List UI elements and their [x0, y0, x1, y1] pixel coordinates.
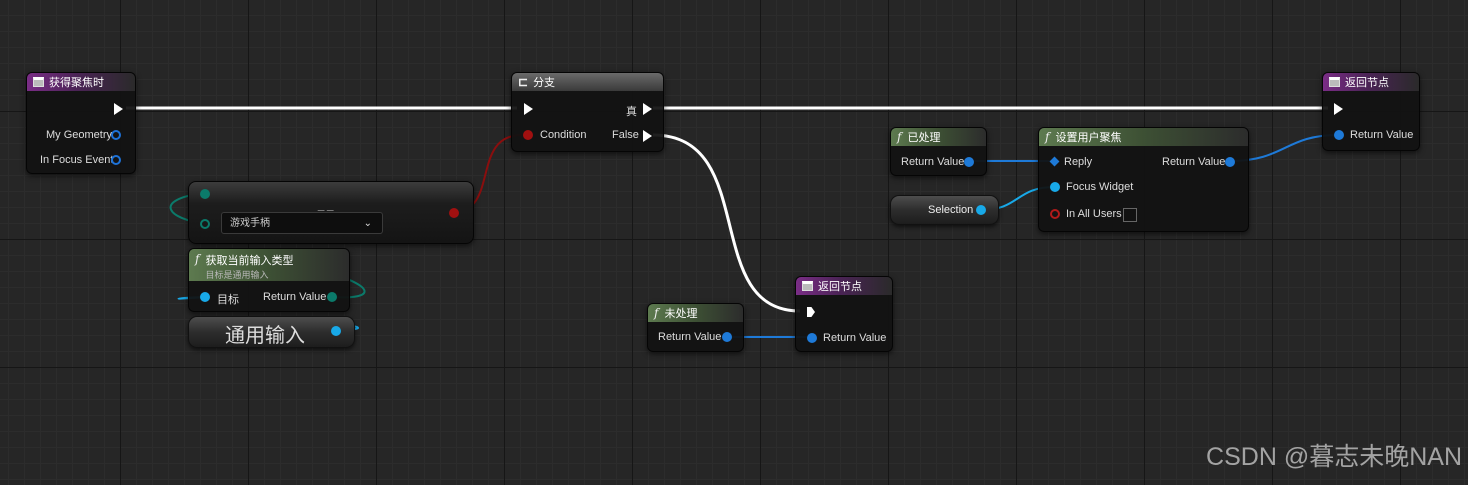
- get-input-type-node[interactable]: f 获取当前输入类型 目标是通用输入 目标 Return Value: [188, 248, 350, 312]
- equal-enum-node[interactable]: == 游戏手柄 ⌄: [188, 181, 474, 244]
- pin-label-in-all-users: In All Users: [1066, 208, 1122, 220]
- unhandled-node[interactable]: f 未处理 Return Value: [647, 303, 744, 352]
- node-header: f 获取当前输入类型 目标是通用输入: [189, 249, 349, 281]
- pin-label-focus-widget: Focus Widget: [1066, 181, 1134, 193]
- in-all-users-pin[interactable]: [1050, 209, 1060, 219]
- return-value-pin[interactable]: [807, 333, 817, 343]
- return-icon: [1329, 77, 1340, 87]
- exec-out-pin[interactable]: [114, 103, 123, 115]
- reply-pin[interactable]: [1049, 156, 1060, 167]
- node-title: 已处理: [907, 132, 941, 144]
- exec-in-pin[interactable]: [1334, 103, 1343, 115]
- pin-label-target: 目标: [217, 294, 239, 306]
- node-title: 未处理: [664, 308, 698, 320]
- variable-label: Selection: [928, 204, 974, 216]
- gamepad-dropdown[interactable]: 游戏手柄 ⌄: [221, 212, 383, 234]
- enum-a-pin[interactable]: [200, 189, 210, 199]
- function-icon: f: [897, 130, 902, 144]
- dropdown-value: 游戏手柄: [230, 218, 270, 229]
- exec-in-pin[interactable]: [807, 307, 815, 317]
- node-header: ⊏ 分支: [512, 73, 663, 91]
- return-icon: [802, 281, 813, 291]
- return-struct-pin[interactable]: [1225, 157, 1235, 167]
- function-icon: f: [1045, 130, 1050, 144]
- selection-variable[interactable]: Selection: [890, 195, 999, 225]
- variable-out-pin[interactable]: [976, 205, 986, 215]
- return-struct-pin[interactable]: [722, 332, 732, 342]
- node-header: f 未处理: [648, 304, 743, 322]
- node-header: 返回节点: [796, 277, 892, 295]
- node-header: f 已处理: [891, 128, 986, 146]
- node-header: 获得聚焦时: [27, 73, 135, 91]
- pin-label-false: False: [612, 129, 639, 141]
- return-node-false[interactable]: 返回节点 Return Value: [795, 276, 893, 352]
- pin-label-return: Return Value: [901, 156, 965, 168]
- common-input-variable[interactable]: 通用输入: [188, 316, 355, 348]
- branch-icon: ⊏: [518, 75, 529, 89]
- pin-label-geometry: My Geometry: [46, 129, 113, 141]
- pin-label-reply: Reply: [1064, 156, 1093, 168]
- false-exec-out-pin[interactable]: [643, 130, 652, 142]
- watermark: CSDN @暮志未晚NAN: [1206, 443, 1462, 471]
- node-title: 设置用户聚焦: [1055, 132, 1122, 144]
- node-title: 获得聚焦时: [49, 77, 104, 89]
- condition-pin[interactable]: [523, 130, 533, 140]
- handled-node[interactable]: f 已处理 Return Value: [890, 127, 987, 176]
- function-icon: f: [654, 306, 659, 320]
- return-enum-pin[interactable]: [327, 292, 337, 302]
- return-node-true[interactable]: 返回节点 Return Value: [1322, 72, 1420, 151]
- branch-node[interactable]: ⊏ 分支 真 Condition False: [511, 72, 664, 152]
- on-focus-received-node[interactable]: 获得聚焦时 My Geometry In Focus Event: [26, 72, 136, 174]
- pin-label-return: Return Value: [263, 291, 327, 303]
- node-header: f 设置用户聚焦: [1039, 128, 1248, 146]
- geometry-pin[interactable]: [111, 130, 121, 140]
- in-all-users-checkbox[interactable]: [1123, 208, 1137, 222]
- pin-label-return: Return Value: [1162, 156, 1226, 168]
- enum-b-pin[interactable]: [200, 219, 210, 229]
- node-header: 返回节点: [1323, 73, 1419, 91]
- chevron-down-icon: ⌄: [363, 218, 372, 229]
- target-pin[interactable]: [200, 292, 210, 302]
- pin-label-true: 真: [626, 106, 637, 118]
- pin-label-focus-event: In Focus Event: [40, 154, 114, 166]
- node-subtitle: 目标是通用输入: [205, 270, 269, 280]
- exec-wire-false-return: [652, 133, 801, 313]
- pin-label-return: Return Value: [658, 331, 722, 343]
- exec-in-pin[interactable]: [524, 103, 533, 115]
- variable-out-pin[interactable]: [331, 326, 341, 336]
- true-exec-out-pin[interactable]: [643, 103, 652, 115]
- node-title: 获取当前输入类型: [205, 255, 294, 267]
- focus-event-pin[interactable]: [111, 155, 121, 165]
- pin-label-return: Return Value: [823, 332, 887, 344]
- bool-out-pin[interactable]: [449, 208, 459, 218]
- node-title: 返回节点: [1345, 77, 1389, 89]
- pin-label-condition: Condition: [540, 129, 587, 141]
- node-title: 返回节点: [818, 281, 862, 293]
- function-icon: f: [195, 252, 200, 266]
- event-icon: [33, 77, 44, 87]
- node-title: 分支: [533, 77, 556, 89]
- variable-label: 通用输入: [225, 325, 305, 347]
- pin-label-return: Return Value: [1350, 129, 1414, 141]
- return-value-pin[interactable]: [1334, 130, 1344, 140]
- focus-widget-pin[interactable]: [1050, 182, 1060, 192]
- set-user-focus-node[interactable]: f 设置用户聚焦 Reply Return Value Focus Widget…: [1038, 127, 1249, 232]
- return-struct-pin[interactable]: [964, 157, 974, 167]
